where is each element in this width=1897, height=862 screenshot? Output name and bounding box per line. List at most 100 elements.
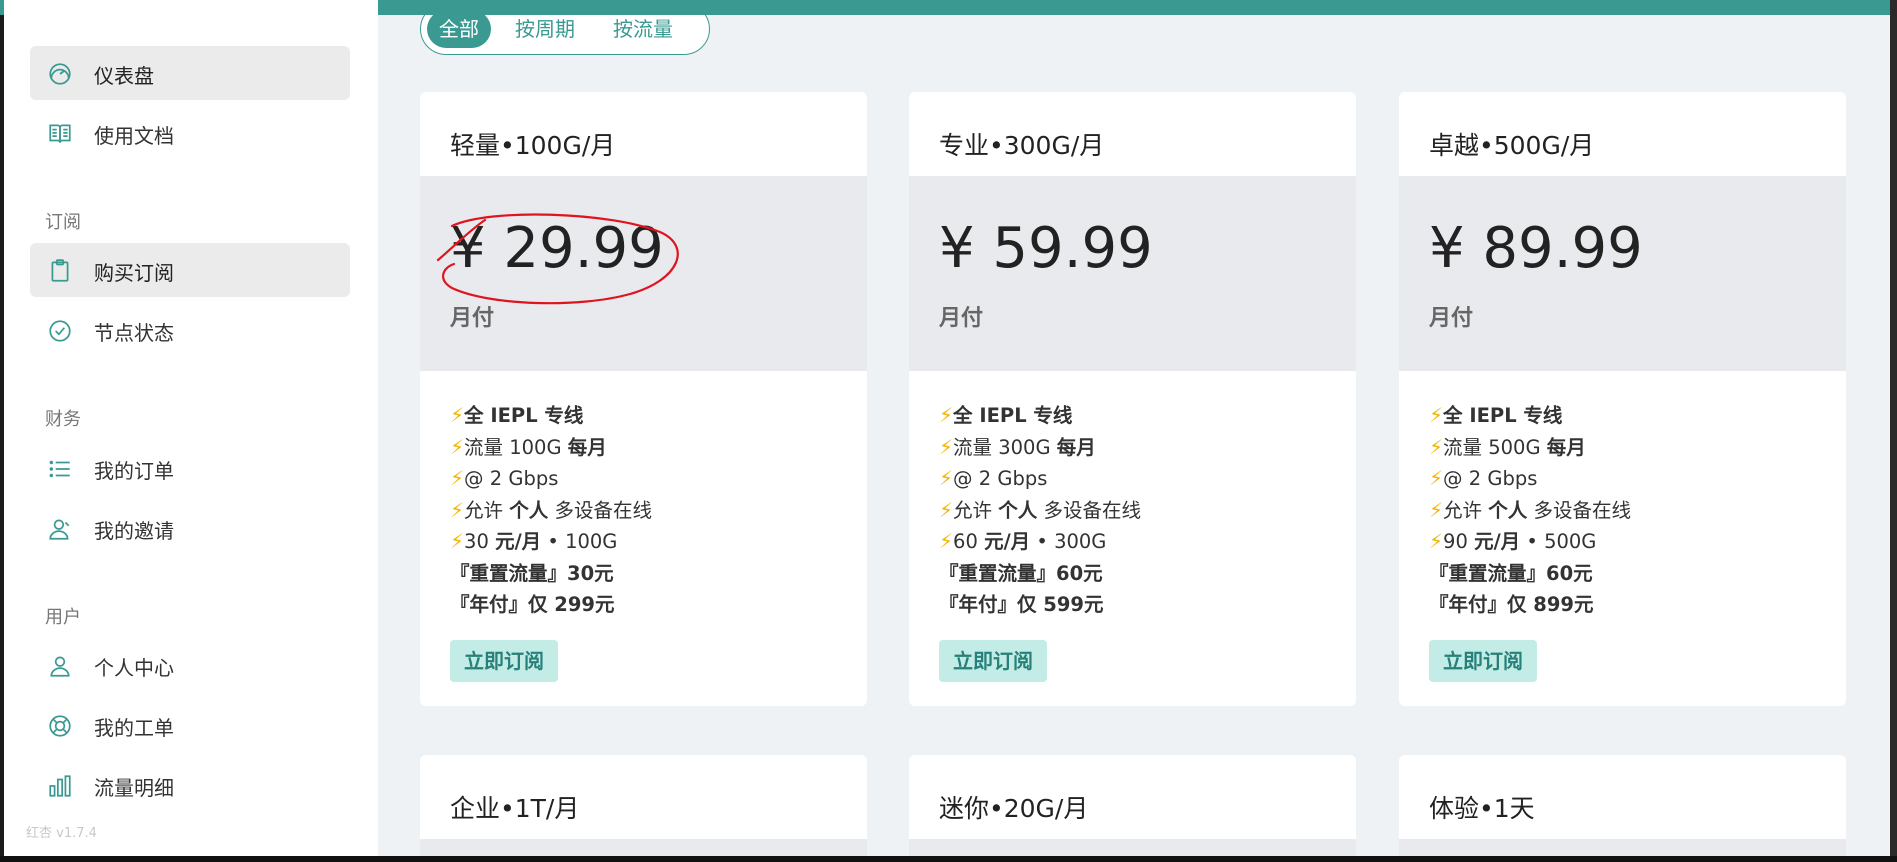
feature-line: 『年付』仅 299元 — [450, 593, 615, 616]
feature-line: 『重置流量』60元 — [1429, 561, 1593, 585]
feature-line: ⚡全 IEPL 专线 — [450, 403, 584, 427]
feature-line: 『重置流量』60元 — [939, 561, 1103, 585]
clipboard-icon — [47, 258, 73, 284]
lightning-icon: ⚡ — [450, 466, 465, 490]
feature-line: ⚡允许 个人 多设备在线 — [939, 497, 1141, 522]
support-icon — [47, 713, 73, 739]
bar-chart-icon — [47, 773, 73, 799]
sidebar-item-node-status[interactable]: 节点状态 — [30, 303, 350, 357]
plan-period: 月付 — [1429, 306, 1474, 331]
feature-line: ⚡30 元/月 • 100G — [450, 529, 618, 553]
plan-card: 企业•1T/月 — [420, 755, 867, 856]
user-invite-icon — [47, 516, 73, 542]
plan-period: 月付 — [450, 306, 495, 331]
plan-filter-tabs: 全部 按周期 按流量 — [420, 15, 710, 55]
plan-features: ⚡全 IEPL 专线 ⚡流量 100G 每月 ⚡@ 2 Gbps ⚡允许 个人 … — [450, 400, 652, 621]
feature-line: 『年付』仅 899元 — [1429, 593, 1594, 616]
feature-line: ⚡全 IEPL 专线 — [1429, 403, 1563, 427]
main-content: 全部 按周期 按流量 轻量•100G/月 ¥ 29.99 月付 ⚡全 IEPL … — [378, 15, 1890, 856]
feature-line: ⚡@ 2 Gbps — [450, 466, 559, 490]
tab-by-period[interactable]: 按周期 — [503, 15, 587, 48]
sidebar-item-docs[interactable]: 使用文档 — [30, 106, 350, 160]
sidebar-item-label: 我的工单 — [94, 716, 174, 740]
lightning-icon: ⚡ — [450, 497, 465, 522]
sidebar-item-buy-subscription[interactable]: 购买订阅 — [30, 243, 350, 297]
plan-price: ¥ 59.99 — [939, 216, 1153, 281]
plan-title: 轻量•100G/月 — [450, 131, 616, 160]
feature-line: ⚡流量 500G 每月 — [1429, 434, 1586, 459]
feature-line: ⚡流量 100G 每月 — [450, 434, 607, 459]
subscribe-button[interactable]: 立即订阅 — [450, 640, 558, 682]
price-box: ¥ 29.99 月付 — [420, 176, 867, 371]
feature-line: ⚡@ 2 Gbps — [939, 466, 1048, 490]
section-title-subscription: 订阅 — [45, 212, 81, 233]
lightning-icon: ⚡ — [450, 529, 465, 553]
plan-title: 体验•1天 — [1429, 794, 1535, 823]
sidebar-item-tickets[interactable]: 我的工单 — [30, 698, 350, 752]
sidebar-item-dashboard[interactable]: 仪表盘 — [30, 46, 350, 100]
feature-line: ⚡@ 2 Gbps — [1429, 466, 1538, 490]
sidebar-item-label: 个人中心 — [94, 656, 174, 680]
lightning-icon: ⚡ — [1429, 466, 1444, 490]
price-box — [909, 839, 1356, 856]
sidebar-item-label: 仪表盘 — [94, 64, 154, 88]
feature-line: ⚡流量 300G 每月 — [939, 434, 1096, 459]
version-text: 红杏 v1.7.4 — [26, 826, 97, 841]
feature-line: ⚡全 IEPL 专线 — [939, 403, 1073, 427]
plan-price: ¥ 89.99 — [1429, 216, 1643, 281]
subscribe-button[interactable]: 立即订阅 — [1429, 640, 1537, 682]
price-box — [1399, 839, 1846, 856]
check-circle-icon — [47, 318, 73, 344]
sidebar-item-label: 使用文档 — [94, 124, 174, 148]
feature-line: ⚡允许 个人 多设备在线 — [450, 497, 652, 522]
plan-card: 卓越•500G/月 ¥ 89.99 月付 ⚡全 IEPL 专线 ⚡流量 500G… — [1399, 92, 1846, 706]
lightning-icon: ⚡ — [1429, 403, 1444, 427]
plan-card: 轻量•100G/月 ¥ 29.99 月付 ⚡全 IEPL 专线 ⚡流量 100G… — [420, 92, 867, 706]
tab-all[interactable]: 全部 — [427, 15, 491, 48]
plan-card: 迷你•20G/月 — [909, 755, 1356, 856]
plan-card: 专业•300G/月 ¥ 59.99 月付 ⚡全 IEPL 专线 ⚡流量 300G… — [909, 92, 1356, 706]
lightning-icon: ⚡ — [1429, 497, 1444, 522]
sidebar: 仪表盘 使用文档 订阅 购买订阅 节点状态 财务 我的订单 我的邀请 用户 个人… — [4, 0, 378, 856]
plan-features: ⚡全 IEPL 专线 ⚡流量 300G 每月 ⚡@ 2 Gbps ⚡允许 个人 … — [939, 400, 1141, 621]
feature-line: 『重置流量』30元 — [450, 561, 614, 585]
lightning-icon: ⚡ — [450, 403, 465, 427]
sidebar-item-profile[interactable]: 个人中心 — [30, 638, 350, 692]
lightning-icon: ⚡ — [939, 497, 954, 522]
section-title-finance: 财务 — [45, 409, 81, 430]
feature-line: 『年付』仅 599元 — [939, 593, 1104, 616]
feature-line: ⚡90 元/月 • 500G — [1429, 529, 1597, 553]
price-box: ¥ 59.99 月付 — [909, 176, 1356, 371]
lightning-icon: ⚡ — [1429, 529, 1444, 553]
plan-title: 专业•300G/月 — [939, 131, 1105, 160]
feature-line: ⚡允许 个人 多设备在线 — [1429, 497, 1631, 522]
price-box — [420, 839, 867, 856]
plan-title: 企业•1T/月 — [450, 794, 580, 823]
subscribe-button[interactable]: 立即订阅 — [939, 640, 1047, 682]
lightning-icon: ⚡ — [450, 434, 465, 459]
feature-line: ⚡60 元/月 • 300G — [939, 529, 1107, 553]
plan-period: 月付 — [939, 306, 984, 331]
lightning-icon: ⚡ — [939, 466, 954, 490]
sidebar-item-orders[interactable]: 我的订单 — [30, 441, 350, 495]
price-box: ¥ 89.99 月付 — [1399, 176, 1846, 371]
scrollbar[interactable] — [1890, 0, 1897, 862]
sidebar-item-traffic[interactable]: 流量明细 — [30, 758, 350, 812]
window-bottom-edge — [0, 856, 1897, 862]
plan-title: 卓越•500G/月 — [1429, 131, 1595, 160]
sidebar-item-label: 我的订单 — [94, 459, 174, 483]
lightning-icon: ⚡ — [939, 434, 954, 459]
book-icon — [47, 121, 73, 147]
tab-by-traffic[interactable]: 按流量 — [601, 15, 685, 48]
plan-title: 迷你•20G/月 — [939, 794, 1089, 823]
sidebar-item-label: 购买订阅 — [94, 261, 174, 285]
sidebar-item-label: 我的邀请 — [94, 519, 174, 543]
user-icon — [47, 653, 73, 679]
lightning-icon: ⚡ — [939, 529, 954, 553]
sidebar-item-label: 流量明细 — [94, 776, 174, 800]
sidebar-item-invite[interactable]: 我的邀请 — [30, 501, 350, 555]
sidebar-item-label: 节点状态 — [94, 321, 174, 345]
list-icon — [47, 456, 73, 482]
plan-features: ⚡全 IEPL 专线 ⚡流量 500G 每月 ⚡@ 2 Gbps ⚡允许 个人 … — [1429, 400, 1631, 621]
dashboard-icon — [47, 61, 73, 87]
